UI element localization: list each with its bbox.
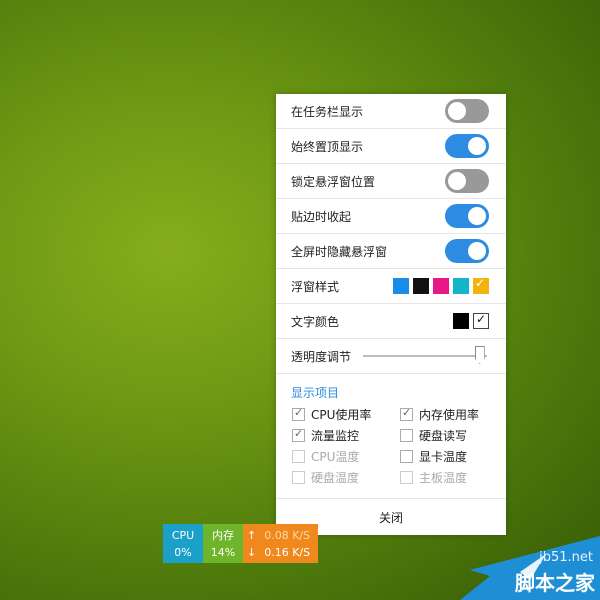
- setting-label: 始终置顶显示: [291, 139, 364, 154]
- display-item-label: 流量监控: [311, 428, 360, 443]
- memory-value: 14%: [210, 545, 236, 559]
- memory-cell: 内存 14%: [203, 524, 243, 563]
- display-item-label: CPU温度: [311, 449, 360, 464]
- text-color-black-option[interactable]: [453, 313, 469, 329]
- cpu-label: CPU: [171, 528, 195, 542]
- display-item[interactable]: 硬盘温度: [292, 470, 400, 485]
- display-item[interactable]: 硬盘读写: [400, 428, 500, 443]
- close-button-label: 关闭: [378, 510, 403, 525]
- setting-row: 贴边时收起: [276, 199, 506, 234]
- check-icon: ✓: [475, 276, 486, 290]
- opacity-label: 透明度调节: [291, 349, 352, 364]
- cpu-cell: CPU 0%: [163, 524, 203, 563]
- display-item-checkbox[interactable]: [292, 449, 305, 463]
- toggle-knob: [448, 102, 466, 120]
- download-arrow-icon: ↓: [247, 545, 257, 559]
- toggle-knob: [468, 137, 486, 155]
- display-item[interactable]: 主板温度: [400, 470, 500, 485]
- display-item[interactable]: ✓ CPU使用率: [292, 405, 400, 422]
- display-item-label: CPU使用率: [311, 407, 372, 422]
- float-style-label: 浮窗样式: [291, 279, 340, 294]
- setting-toggle[interactable]: [445, 239, 489, 263]
- check-icon: ✓: [294, 426, 304, 440]
- display-item[interactable]: ✓ 流量监控: [292, 426, 400, 443]
- watermark-url: jb51.net: [539, 550, 593, 565]
- toggle-knob: [448, 172, 466, 190]
- memory-label: 内存: [212, 528, 234, 542]
- display-item-label: 硬盘读写: [419, 428, 468, 443]
- display-item-label: 内存使用率: [419, 407, 480, 422]
- text-color-label: 文字颜色: [291, 314, 340, 329]
- display-item[interactable]: ✓ 内存使用率: [400, 405, 500, 422]
- toggle-knob: [468, 207, 486, 225]
- display-item-label: 主板温度: [419, 470, 468, 485]
- opacity-slider-track[interactable]: [363, 346, 487, 364]
- display-item-checkbox[interactable]: ✓: [400, 405, 413, 421]
- setting-label: 全屏时隐藏悬浮窗: [291, 244, 388, 259]
- float-style-swatch[interactable]: ✓: [473, 276, 489, 294]
- floating-monitor-widget[interactable]: CPU 0% 内存 14% ↑ 0.08 K/S ↓ 0.16 K/S: [163, 524, 318, 563]
- float-style-row: 浮窗样式 ✓: [276, 269, 506, 304]
- setting-label: 锁定悬浮窗位置: [291, 174, 376, 189]
- check-icon: ✓: [294, 405, 304, 419]
- float-style-swatch[interactable]: [413, 278, 429, 294]
- display-item-label: 显卡温度: [419, 449, 468, 464]
- setting-row: 在任务栏显示: [276, 94, 506, 129]
- display-item-checkbox[interactable]: [400, 470, 413, 484]
- display-item-checkbox[interactable]: ✓: [292, 405, 305, 421]
- network-cell: ↑ 0.08 K/S ↓ 0.16 K/S: [243, 524, 318, 563]
- setting-toggle[interactable]: [445, 204, 489, 228]
- float-style-swatch[interactable]: [393, 278, 409, 294]
- setting-toggle[interactable]: [445, 169, 489, 193]
- settings-panel: 在任务栏显示 始终置顶显示 锁定悬浮窗位置 贴边时收起全屏时隐藏悬浮窗 浮窗样式 ✓ …: [276, 94, 506, 535]
- display-item-label: 硬盘温度: [311, 470, 360, 485]
- float-style-swatch[interactable]: [453, 278, 469, 294]
- watermark-text: 脚本之家: [515, 571, 595, 595]
- setting-toggle[interactable]: [445, 99, 489, 123]
- setting-toggle[interactable]: [445, 134, 489, 158]
- float-style-swatch[interactable]: [433, 278, 449, 294]
- display-items-title: 显示项目: [291, 386, 340, 400]
- float-style-swatches: ✓: [393, 276, 489, 294]
- display-item[interactable]: CPU温度: [292, 449, 400, 464]
- check-icon: ✓: [476, 312, 487, 326]
- check-icon: ✓: [402, 405, 412, 419]
- display-item[interactable]: 显卡温度: [400, 449, 500, 464]
- toggle-knob: [468, 242, 486, 260]
- opacity-slider-thumb[interactable]: [474, 346, 485, 364]
- cpu-value: 0%: [174, 545, 192, 559]
- setting-label: 贴边时收起: [291, 209, 352, 224]
- watermark: jb51.net 脚本之家: [460, 536, 600, 600]
- display-items-grid: ✓ CPU使用率 ✓ 内存使用率 ✓ 流量监控 硬盘读写 CPU温度 显卡温度硬盘温度 主板温度: [276, 405, 506, 485]
- setting-row: 锁定悬浮窗位置: [276, 164, 506, 199]
- display-item-checkbox[interactable]: ✓: [292, 426, 305, 442]
- text-color-white-option[interactable]: ✓: [473, 312, 489, 329]
- display-item-checkbox[interactable]: [400, 449, 413, 463]
- upload-arrow-icon: ↑: [247, 528, 257, 542]
- text-color-row: 文字颜色 ✓: [276, 304, 506, 339]
- setting-row: 全屏时隐藏悬浮窗: [276, 234, 506, 269]
- setting-row: 始终置顶显示: [276, 129, 506, 164]
- display-item-checkbox[interactable]: [292, 470, 305, 484]
- opacity-row: 透明度调节: [276, 339, 506, 374]
- upload-value: 0.08 K/S: [264, 528, 311, 542]
- display-item-checkbox[interactable]: [400, 428, 413, 442]
- setting-label: 在任务栏显示: [291, 104, 364, 119]
- download-value: 0.16 K/S: [264, 545, 311, 559]
